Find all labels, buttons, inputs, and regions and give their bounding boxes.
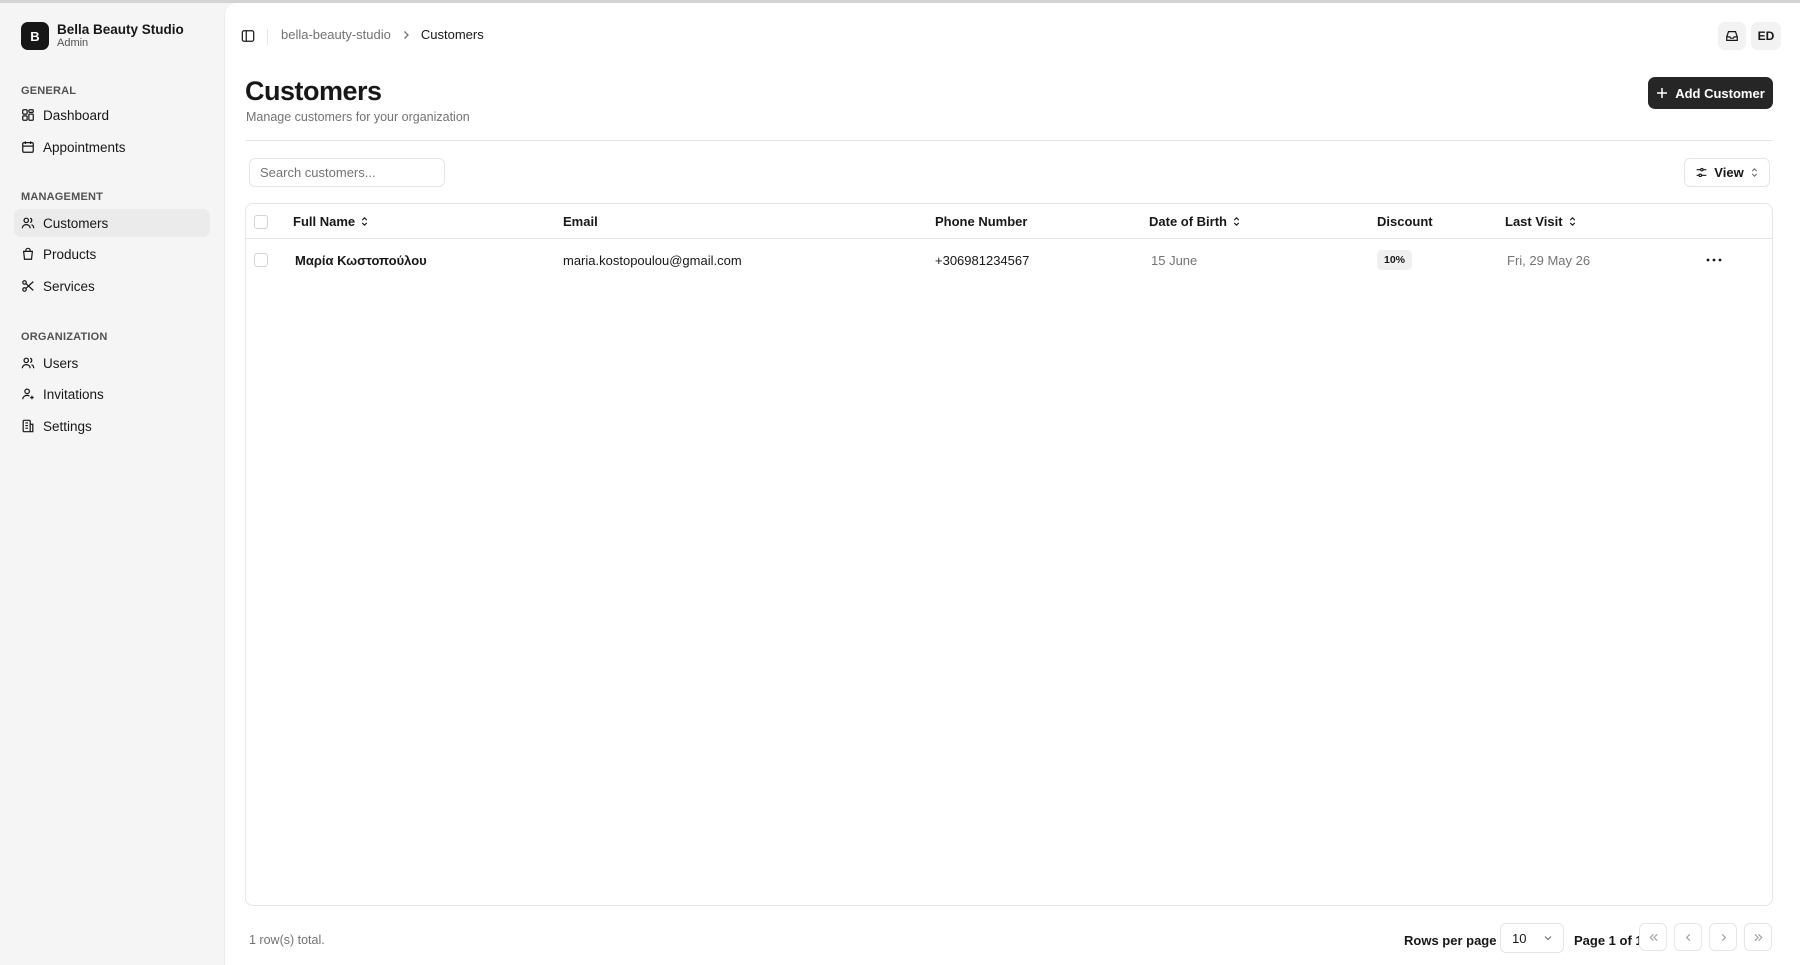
rows-per-page-select[interactable]: 10 — [1500, 923, 1564, 953]
sidebar-item-label: Appointments — [43, 139, 126, 155]
sidebar-item-label: Dashboard — [43, 107, 110, 123]
sidebar-item-label: Products — [43, 246, 97, 262]
row-count: 1 row(s) total. — [249, 933, 325, 947]
table-header: Full Name Email Phone Number Date of Bir… — [246, 204, 1772, 239]
sidebar-item-label: Services — [43, 278, 95, 294]
sliders-icon — [1696, 167, 1707, 178]
sidebar-item-dashboard[interactable]: Dashboard — [14, 101, 210, 129]
add-customer-label: Add Customer — [1675, 85, 1765, 101]
column-header-discount: Discount — [1377, 204, 1433, 239]
dashboard-icon — [22, 109, 34, 121]
breadcrumb-current: Customers — [420, 27, 484, 42]
cell-full-name: Μαρία Κωστοπούλου — [295, 252, 427, 268]
inbox-icon — [1726, 31, 1738, 41]
column-label: Date of Birth — [1149, 214, 1227, 229]
page-indicator: Page 1 of 1 — [1574, 933, 1643, 948]
column-header-full-name[interactable]: Full Name — [293, 204, 369, 239]
sidebar-item-label: Invitations — [43, 386, 104, 402]
sidebar-item-services[interactable]: Services — [14, 272, 210, 300]
previous-page-button[interactable] — [1674, 923, 1702, 951]
select-all-cell — [254, 204, 268, 239]
next-page-button[interactable] — [1709, 923, 1737, 951]
header-divider — [245, 140, 1773, 141]
row-actions-button[interactable] — [1702, 239, 1726, 281]
select-all-checkbox[interactable] — [254, 214, 268, 229]
rows-per-page-label: Rows per page — [1404, 933, 1497, 948]
page-title: Customers — [245, 76, 382, 106]
cell-phone: +306981234567 — [935, 252, 1030, 268]
chevrons-right-icon — [1753, 933, 1763, 941]
sidebar-item-label: Settings — [43, 418, 92, 434]
scissors-icon — [22, 280, 34, 292]
discount-badge: 10% — [1377, 250, 1413, 270]
nav-section-general: GENERAL — [21, 85, 77, 97]
sidebar-item-appointments[interactable]: Appointments — [14, 133, 210, 161]
cell-email: maria.kostopoulou@gmail.com — [563, 252, 742, 268]
org-logo: B — [21, 22, 49, 50]
last-page-button[interactable] — [1744, 923, 1772, 951]
column-header-last-visit[interactable]: Last Visit — [1505, 204, 1577, 239]
first-page-button[interactable] — [1639, 923, 1667, 951]
sidebar-item-users[interactable]: Users — [14, 349, 210, 377]
chevron-left-icon — [1685, 933, 1690, 941]
rows-per-page-value: 10 — [1512, 930, 1527, 946]
plus-icon — [1657, 88, 1668, 98]
column-header-email: Email — [563, 204, 598, 239]
chevrons-up-down-icon — [1751, 168, 1757, 177]
customers-table: Full Name Email Phone Number Date of Bir… — [245, 203, 1773, 906]
sidebar: B Bella Beauty Studio Admin GENERAL Dash… — [0, 3, 224, 965]
org-role: Admin — [57, 37, 89, 49]
search-input[interactable] — [249, 158, 445, 187]
page-subtitle: Manage customers for your organization — [246, 110, 470, 124]
column-label: Full Name — [293, 214, 356, 229]
users-icon — [21, 357, 35, 369]
topbar-divider — [267, 29, 268, 45]
sidebar-item-invitations[interactable]: Invitations — [14, 380, 210, 408]
column-label: Last Visit — [1505, 214, 1563, 229]
org-name: Bella Beauty Studio — [57, 22, 184, 37]
sidebar-item-customers[interactable]: Customers — [14, 209, 210, 237]
column-label: Phone Number — [935, 214, 1028, 229]
breadcrumb-root[interactable]: bella-beauty-studio — [281, 27, 391, 42]
breadcrumb: bella-beauty-studio Customers — [281, 27, 484, 42]
column-label: Email — [563, 214, 598, 229]
cell-last-visit: Fri, 29 May 26 — [1507, 252, 1591, 268]
column-header-date-of-birth[interactable]: Date of Birth — [1149, 204, 1241, 239]
sort-icon — [361, 216, 368, 227]
cell-discount: 10% — [1377, 239, 1413, 281]
sidebar-item-label: Users — [43, 355, 79, 371]
panel-left-icon — [241, 30, 255, 42]
calendar-icon — [22, 141, 34, 153]
avatar[interactable]: ED — [1751, 22, 1781, 50]
table-row[interactable]: Μαρία Κωστοπούλου maria.kostopoulou@gmai… — [246, 239, 1772, 281]
sidebar-toggle-button[interactable] — [237, 25, 259, 47]
sort-icon — [1569, 216, 1575, 227]
org-switcher[interactable]: B Bella Beauty Studio Admin — [21, 22, 184, 50]
nav-section-organization: ORGANIZATION — [21, 331, 108, 343]
cell-date-of-birth: 15 June — [1151, 252, 1198, 268]
column-header-phone: Phone Number — [935, 204, 1027, 239]
chevron-down-icon — [1544, 936, 1552, 941]
chevron-right-icon — [403, 30, 409, 39]
add-customer-button[interactable]: Add Customer — [1648, 77, 1773, 109]
main-panel: bella-beauty-studio Customers ED Custome… — [224, 3, 1800, 965]
chevrons-left-icon — [1648, 933, 1658, 941]
row-select-cell — [254, 239, 268, 281]
shopping-bag-icon — [22, 247, 34, 260]
inbox-button[interactable] — [1718, 22, 1746, 50]
building-icon — [22, 419, 34, 433]
more-horizontal-icon — [1706, 258, 1722, 262]
sidebar-item-label: Customers — [43, 215, 109, 231]
sidebar-item-settings[interactable]: Settings — [14, 412, 210, 440]
sort-icon — [1233, 216, 1240, 227]
user-plus-icon — [22, 388, 34, 400]
row-checkbox[interactable] — [254, 253, 268, 267]
column-label: Discount — [1377, 214, 1433, 229]
view-label: View — [1714, 165, 1744, 180]
users-icon — [21, 217, 35, 229]
view-options-button[interactable]: View — [1684, 158, 1770, 187]
chevron-right-icon — [1721, 933, 1726, 941]
nav-section-management: MANAGEMENT — [21, 191, 104, 203]
sidebar-item-products[interactable]: Products — [14, 240, 210, 268]
